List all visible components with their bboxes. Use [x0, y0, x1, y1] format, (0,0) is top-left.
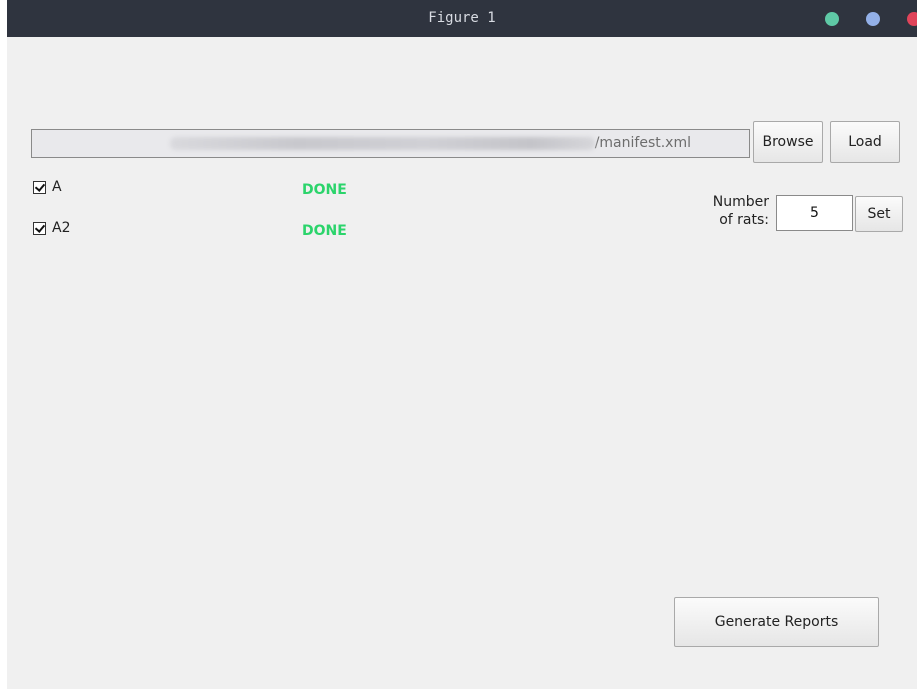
maximize-button[interactable] — [866, 12, 880, 26]
status-badge: DONE — [302, 182, 347, 198]
close-button[interactable] — [907, 12, 917, 26]
load-button[interactable]: Load — [830, 121, 900, 163]
title-bar: Figure 1 — [7, 0, 917, 37]
manifest-path-field[interactable]: /manifest.xml — [31, 129, 750, 158]
item-checkbox-a[interactable] — [33, 181, 46, 194]
rats-count-label: Number of rats: — [687, 193, 769, 229]
rats-label-line1: Number — [712, 194, 769, 210]
rats-label-line2: of rats: — [719, 212, 769, 228]
generate-reports-button[interactable]: Generate Reports — [674, 597, 879, 647]
status-badge: DONE — [302, 223, 347, 239]
minimize-button[interactable] — [825, 12, 839, 26]
path-redacted-blur — [169, 136, 595, 150]
item-label: A — [52, 179, 62, 195]
browse-button[interactable]: Browse — [753, 121, 823, 163]
item-checkbox-a2[interactable] — [33, 222, 46, 235]
window-title: Figure 1 — [428, 10, 496, 26]
rats-count-input[interactable]: 5 — [776, 195, 853, 231]
item-label: A2 — [52, 220, 71, 236]
path-filename: /manifest.xml — [594, 135, 691, 151]
app-window: Figure 1 /manifest.xml Browse Load A DON… — [7, 0, 917, 689]
set-button[interactable]: Set — [855, 196, 903, 232]
